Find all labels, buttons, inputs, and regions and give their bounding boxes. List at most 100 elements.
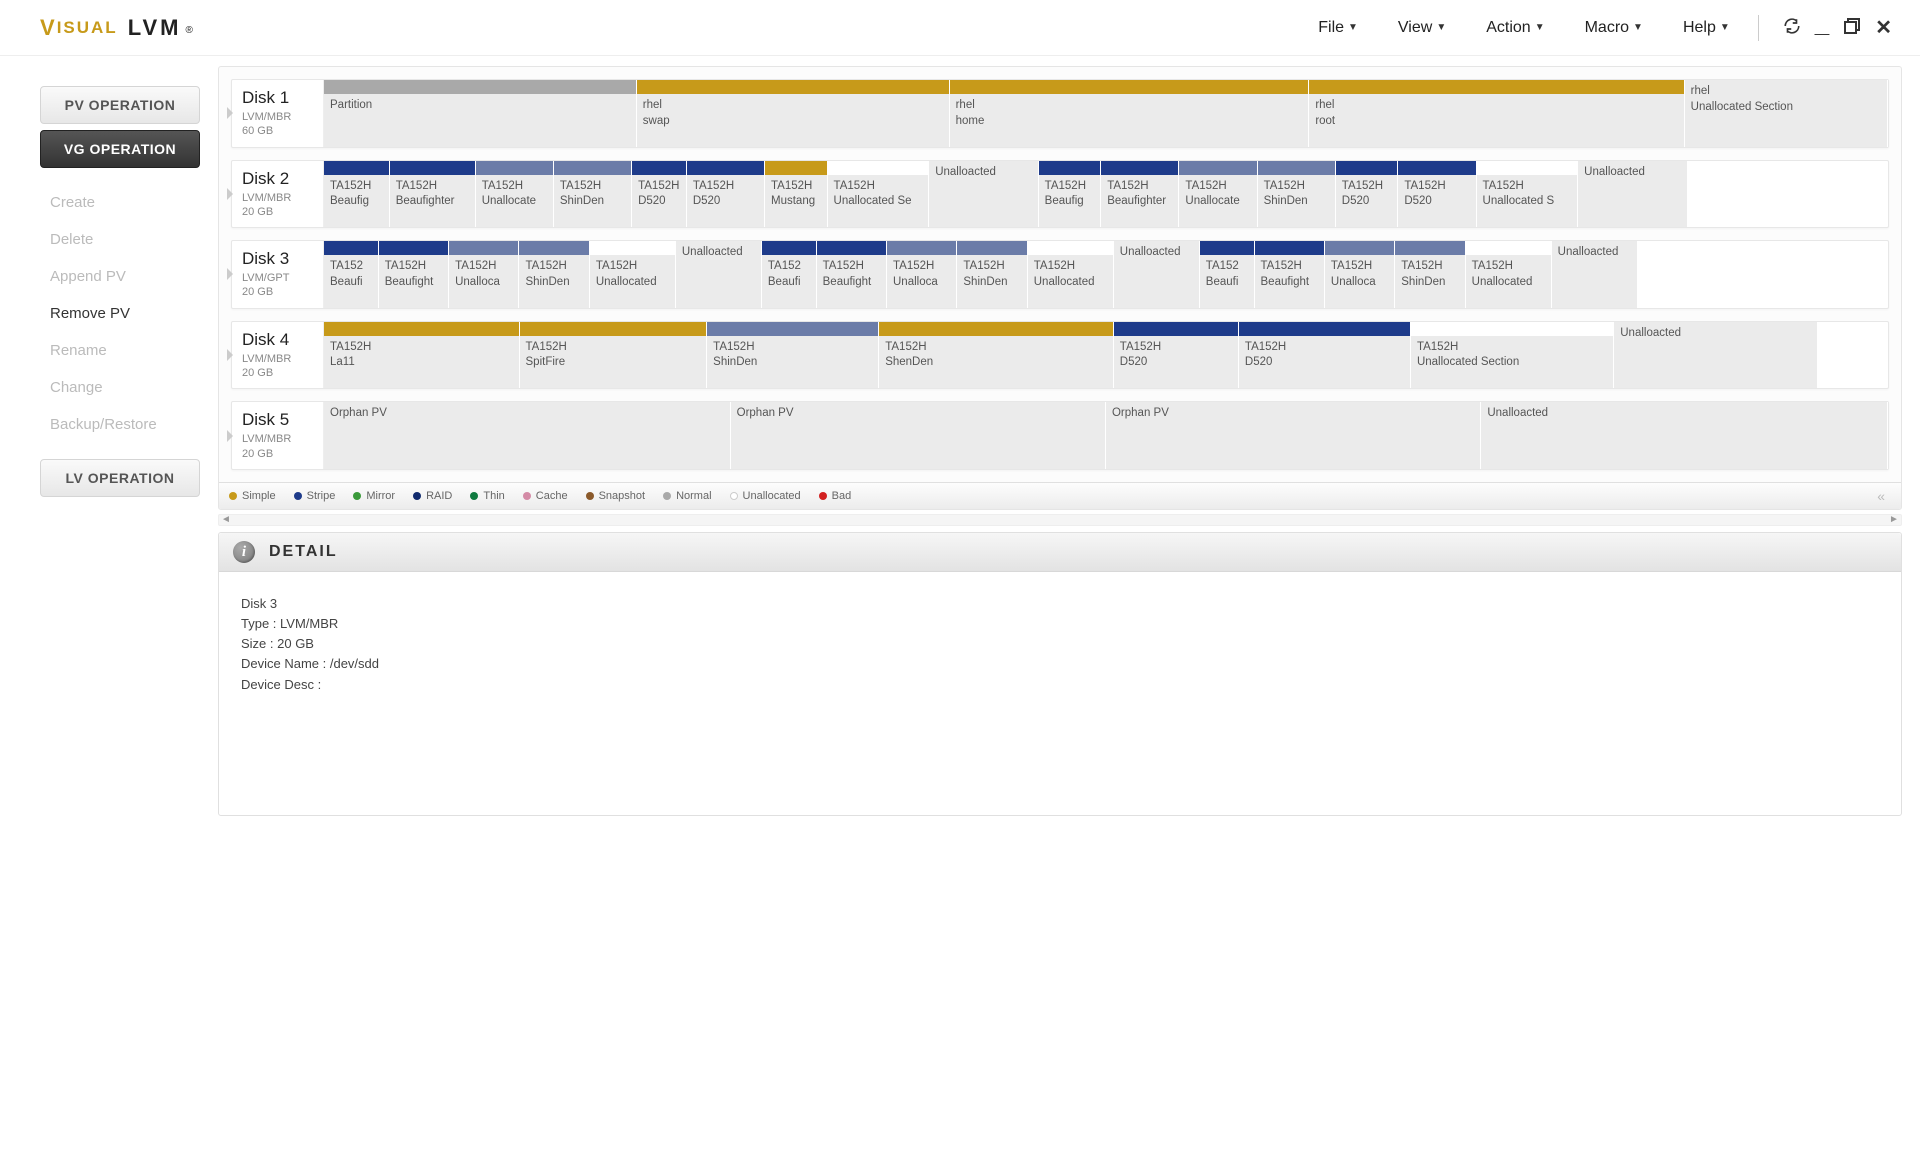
partition[interactable]: TA152HUnallocate xyxy=(476,161,554,228)
menu-action[interactable]: Action▼ xyxy=(1486,19,1544,37)
partition[interactable]: Orphan PV xyxy=(731,402,1106,469)
partition[interactable]: TA152HD520 xyxy=(1398,161,1476,228)
partition[interactable]: Unalloacted xyxy=(929,161,1038,228)
maximize-icon[interactable] xyxy=(1843,17,1861,39)
partition[interactable]: rhelroot xyxy=(1309,80,1684,147)
sidebar-item-create[interactable]: Create xyxy=(46,184,194,221)
disk-header[interactable]: Disk 4LVM/MBR20 GB xyxy=(232,322,324,389)
partition[interactable]: TA152HUnallocated Section xyxy=(1411,322,1614,389)
partition[interactable]: rhelswap xyxy=(637,80,950,147)
scroll-left-icon[interactable]: ◄ xyxy=(219,515,233,525)
minimize-icon[interactable]: _ xyxy=(1815,10,1829,36)
partition[interactable]: TA152HLa11 xyxy=(324,322,520,389)
partition[interactable]: TA152HUnallocated xyxy=(1466,241,1552,308)
partition-stripe xyxy=(1239,322,1410,336)
sidebar-item-backup-restore[interactable]: Backup/Restore xyxy=(46,406,194,443)
sidebar-item-append-pv[interactable]: Append PV xyxy=(46,258,194,295)
partition[interactable]: TA152Beaufi xyxy=(324,241,379,308)
menu-file[interactable]: File▼ xyxy=(1318,19,1358,37)
scroll-right-icon[interactable]: ► xyxy=(1887,515,1901,525)
legend-collapse-icon[interactable]: « xyxy=(1877,488,1891,504)
sidebar-item-remove-pv[interactable]: Remove PV xyxy=(46,295,194,332)
partition-stripe xyxy=(1114,322,1238,336)
partition[interactable]: TA152HBeaufig xyxy=(324,161,390,228)
partition[interactable]: Unalloacted xyxy=(1614,322,1817,389)
disk-row[interactable]: Disk 3LVM/GPT20 GBTA152BeaufiTA152HBeauf… xyxy=(231,240,1889,309)
partition[interactable]: TA152HUnallocated S xyxy=(1477,161,1579,228)
sidebar-item-delete[interactable]: Delete xyxy=(46,221,194,258)
partition[interactable]: TA152HShinDen xyxy=(957,241,1027,308)
disk-header[interactable]: Disk 5LVM/MBR20 GB xyxy=(232,402,324,469)
partition[interactable]: TA152HUnallocated Se xyxy=(828,161,930,228)
partition[interactable]: TA152HUnallocate xyxy=(1179,161,1257,228)
partition[interactable]: Orphan PV xyxy=(1106,402,1481,469)
disk-row[interactable]: Disk 2LVM/MBR20 GBTA152HBeaufigTA152HBea… xyxy=(231,160,1889,229)
partition-label: TA152HD520 xyxy=(1114,336,1238,389)
sidebar-item-rename[interactable]: Rename xyxy=(46,332,194,369)
sidebar-item-change[interactable]: Change xyxy=(46,369,194,406)
vg-operation-group[interactable]: VG OPERATION xyxy=(40,130,200,168)
legend-item-snapshot: Snapshot xyxy=(586,490,645,502)
partition[interactable]: TA152HBeaufight xyxy=(379,241,449,308)
partition[interactable]: TA152HD520 xyxy=(1239,322,1411,389)
partition[interactable]: TA152HBeaufighter xyxy=(1101,161,1179,228)
partition[interactable]: Unalloacted xyxy=(1578,161,1687,228)
partition[interactable]: TA152HShenDen xyxy=(879,322,1114,389)
partition[interactable]: TA152HShinDen xyxy=(707,322,879,389)
partition[interactable]: TA152HSpitFire xyxy=(520,322,708,389)
partition[interactable]: TA152HUnalloca xyxy=(887,241,957,308)
partition[interactable]: Unalloacted xyxy=(1114,241,1200,308)
partition[interactable]: TA152HUnallocated xyxy=(590,241,676,308)
refresh-icon[interactable] xyxy=(1783,17,1801,39)
partition[interactable]: TA152HBeaufig xyxy=(1039,161,1102,228)
partition[interactable]: TA152HMustang xyxy=(765,161,828,228)
partition[interactable]: TA152HBeaufight xyxy=(817,241,887,308)
disk-header[interactable]: Disk 3LVM/GPT20 GB xyxy=(232,241,324,308)
partition[interactable]: TA152Beaufi xyxy=(762,241,817,308)
partition[interactable]: TA152HUnallocated xyxy=(1028,241,1114,308)
lv-operation-group[interactable]: LV OPERATION xyxy=(40,459,200,497)
disk-header[interactable]: Disk 2LVM/MBR20 GB xyxy=(232,161,324,228)
pv-operation-group[interactable]: PV OPERATION xyxy=(40,86,200,124)
partition[interactable]: TA152HD520 xyxy=(632,161,687,228)
partition[interactable]: TA152Beaufi xyxy=(1200,241,1255,308)
partition[interactable]: rhelhome xyxy=(950,80,1310,147)
partition-label: TA152Beaufi xyxy=(762,255,816,308)
partition[interactable]: TA152HBeaufight xyxy=(1255,241,1325,308)
disk-header[interactable]: Disk 1LVM/MBR60 GB xyxy=(232,80,324,147)
menu-macro[interactable]: Macro▼ xyxy=(1585,19,1643,37)
partition-label: TA152Beaufi xyxy=(324,255,378,308)
partition[interactable]: TA152HShinDen xyxy=(554,161,632,228)
disk-size: 20 GB xyxy=(242,366,313,380)
partition[interactable]: rhelUnallocated Section xyxy=(1685,80,1888,147)
partition[interactable]: TA152HShinDen xyxy=(519,241,589,308)
legend-dot xyxy=(819,492,827,500)
partition[interactable]: TA152HShinDen xyxy=(1258,161,1336,228)
disk-row[interactable]: Disk 1LVM/MBR60 GBPartitionrhelswaprhelh… xyxy=(231,79,1889,148)
partition-label: TA152HUnallocated Section xyxy=(1411,336,1613,389)
partition[interactable]: Orphan PV xyxy=(324,402,731,469)
partition[interactable]: TA152HShinDen xyxy=(1395,241,1465,308)
partition[interactable]: TA152HD520 xyxy=(1336,161,1399,228)
partition[interactable]: Partition xyxy=(324,80,637,147)
horizontal-scrollbar[interactable]: ◄ ► xyxy=(218,514,1902,526)
partition-label: TA152HUnallocated xyxy=(590,255,675,308)
legend-dot xyxy=(353,492,361,500)
partition[interactable]: Unalloacted xyxy=(676,241,762,308)
partition[interactable]: TA152HBeaufighter xyxy=(390,161,476,228)
disk-row[interactable]: Disk 5LVM/MBR20 GBOrphan PVOrphan PVOrph… xyxy=(231,401,1889,470)
partition[interactable]: TA152HUnalloca xyxy=(449,241,519,308)
partition[interactable]: Unalloacted xyxy=(1552,241,1638,308)
disk-partitions: TA152HLa11TA152HSpitFireTA152HShinDenTA1… xyxy=(324,322,1888,389)
partition[interactable]: TA152HUnalloca xyxy=(1325,241,1395,308)
menu-help[interactable]: Help▼ xyxy=(1683,19,1730,37)
logo-reg: ® xyxy=(186,25,193,36)
partition[interactable]: Unalloacted xyxy=(1481,402,1888,469)
partition[interactable]: TA152HD520 xyxy=(1114,322,1239,389)
partition[interactable]: TA152HD520 xyxy=(687,161,765,228)
menu-view[interactable]: View▼ xyxy=(1398,19,1446,37)
legend-item-simple: Simple xyxy=(229,490,276,502)
detail-line: Type : LVM/MBR xyxy=(241,614,1879,634)
disk-row[interactable]: Disk 4LVM/MBR20 GBTA152HLa11TA152HSpitFi… xyxy=(231,321,1889,390)
close-icon[interactable]: ✕ xyxy=(1875,18,1892,38)
